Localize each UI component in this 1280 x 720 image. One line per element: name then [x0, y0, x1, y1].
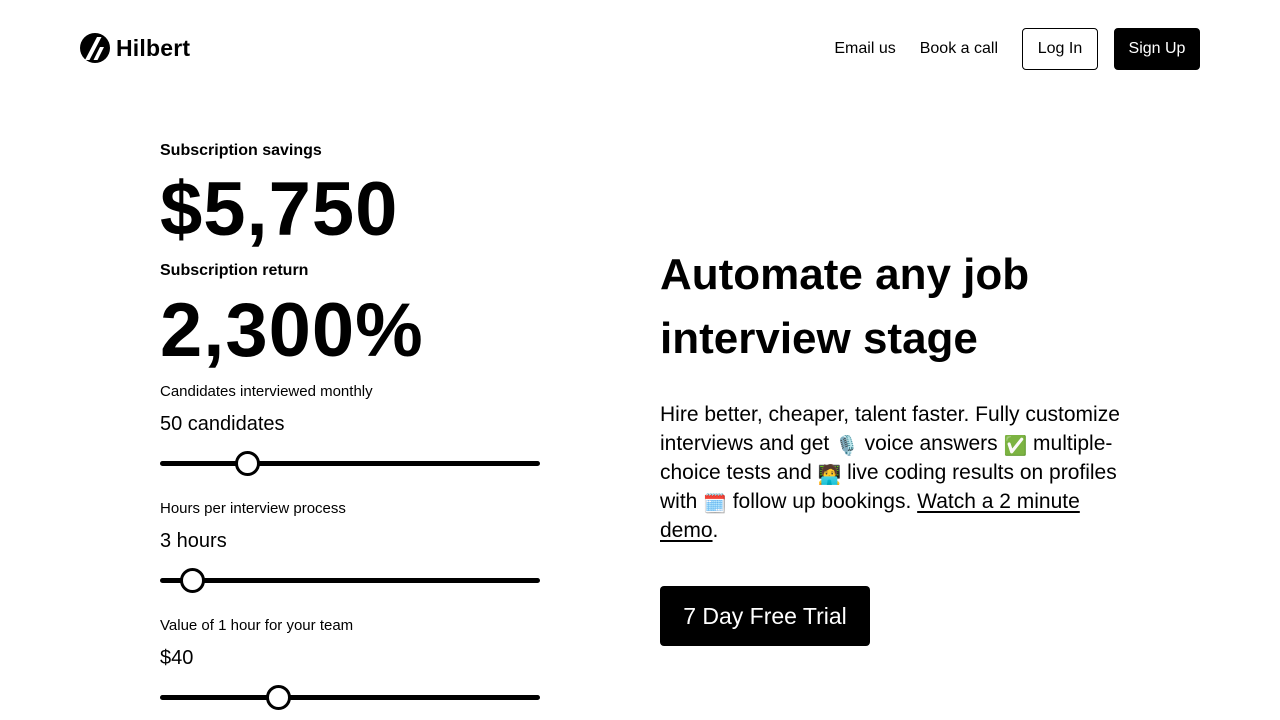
- free-trial-button[interactable]: 7 Day Free Trial: [660, 586, 870, 646]
- candidates-label: Candidates interviewed monthly: [160, 383, 373, 400]
- slider-track: [160, 461, 540, 466]
- slider-thumb[interactable]: [180, 568, 206, 593]
- signup-button[interactable]: Sign Up: [1114, 28, 1200, 70]
- desc-text: voice answers: [858, 432, 1004, 455]
- slider-thumb[interactable]: [265, 685, 291, 710]
- slider-track: [160, 695, 540, 700]
- login-button[interactable]: Log In: [1022, 28, 1098, 70]
- site-header: Hilbert Email us Book a call Log In Sign…: [0, 0, 1280, 98]
- hour-value-slider[interactable]: [160, 684, 540, 712]
- hours-value: 3 hours: [160, 530, 227, 552]
- return-label: Subscription return: [160, 262, 309, 279]
- hilbert-logo-icon: [80, 33, 110, 63]
- technologist-icon: 🧑‍💻: [817, 465, 842, 486]
- candidates-value: 50 candidates: [160, 413, 285, 435]
- desc-text: follow up bookings.: [726, 490, 918, 513]
- brand-name: Hilbert: [116, 35, 191, 61]
- savings-value: $5,750: [160, 167, 399, 252]
- savings-label: Subscription savings: [160, 142, 322, 159]
- candidates-slider[interactable]: [160, 450, 540, 478]
- email-us-link[interactable]: Email us: [834, 28, 895, 70]
- book-call-link[interactable]: Book a call: [920, 28, 998, 70]
- desc-text: .: [712, 519, 719, 542]
- check-mark-icon: ✅: [1003, 436, 1028, 457]
- brand-home-link[interactable]: Hilbert: [80, 33, 190, 63]
- return-value: 2,300%: [160, 288, 424, 373]
- microphone-icon: 🎙️: [835, 436, 859, 457]
- slider-track: [160, 578, 540, 583]
- hero-title: Automate any job interview stage: [660, 250, 1030, 363]
- hour-value-value: $40: [160, 647, 194, 669]
- hours-label: Hours per interview process: [160, 500, 346, 517]
- calendar-icon: 🗓️: [703, 494, 727, 515]
- top-nav: Email us Book a call Log In Sign Up: [834, 28, 1200, 70]
- slider-thumb[interactable]: [235, 451, 261, 476]
- hour-value-label: Value of 1 hour for your team: [160, 617, 354, 634]
- hero-description: Hire better, cheaper, talent faster. Ful…: [660, 400, 1120, 545]
- hours-slider[interactable]: [160, 567, 540, 595]
